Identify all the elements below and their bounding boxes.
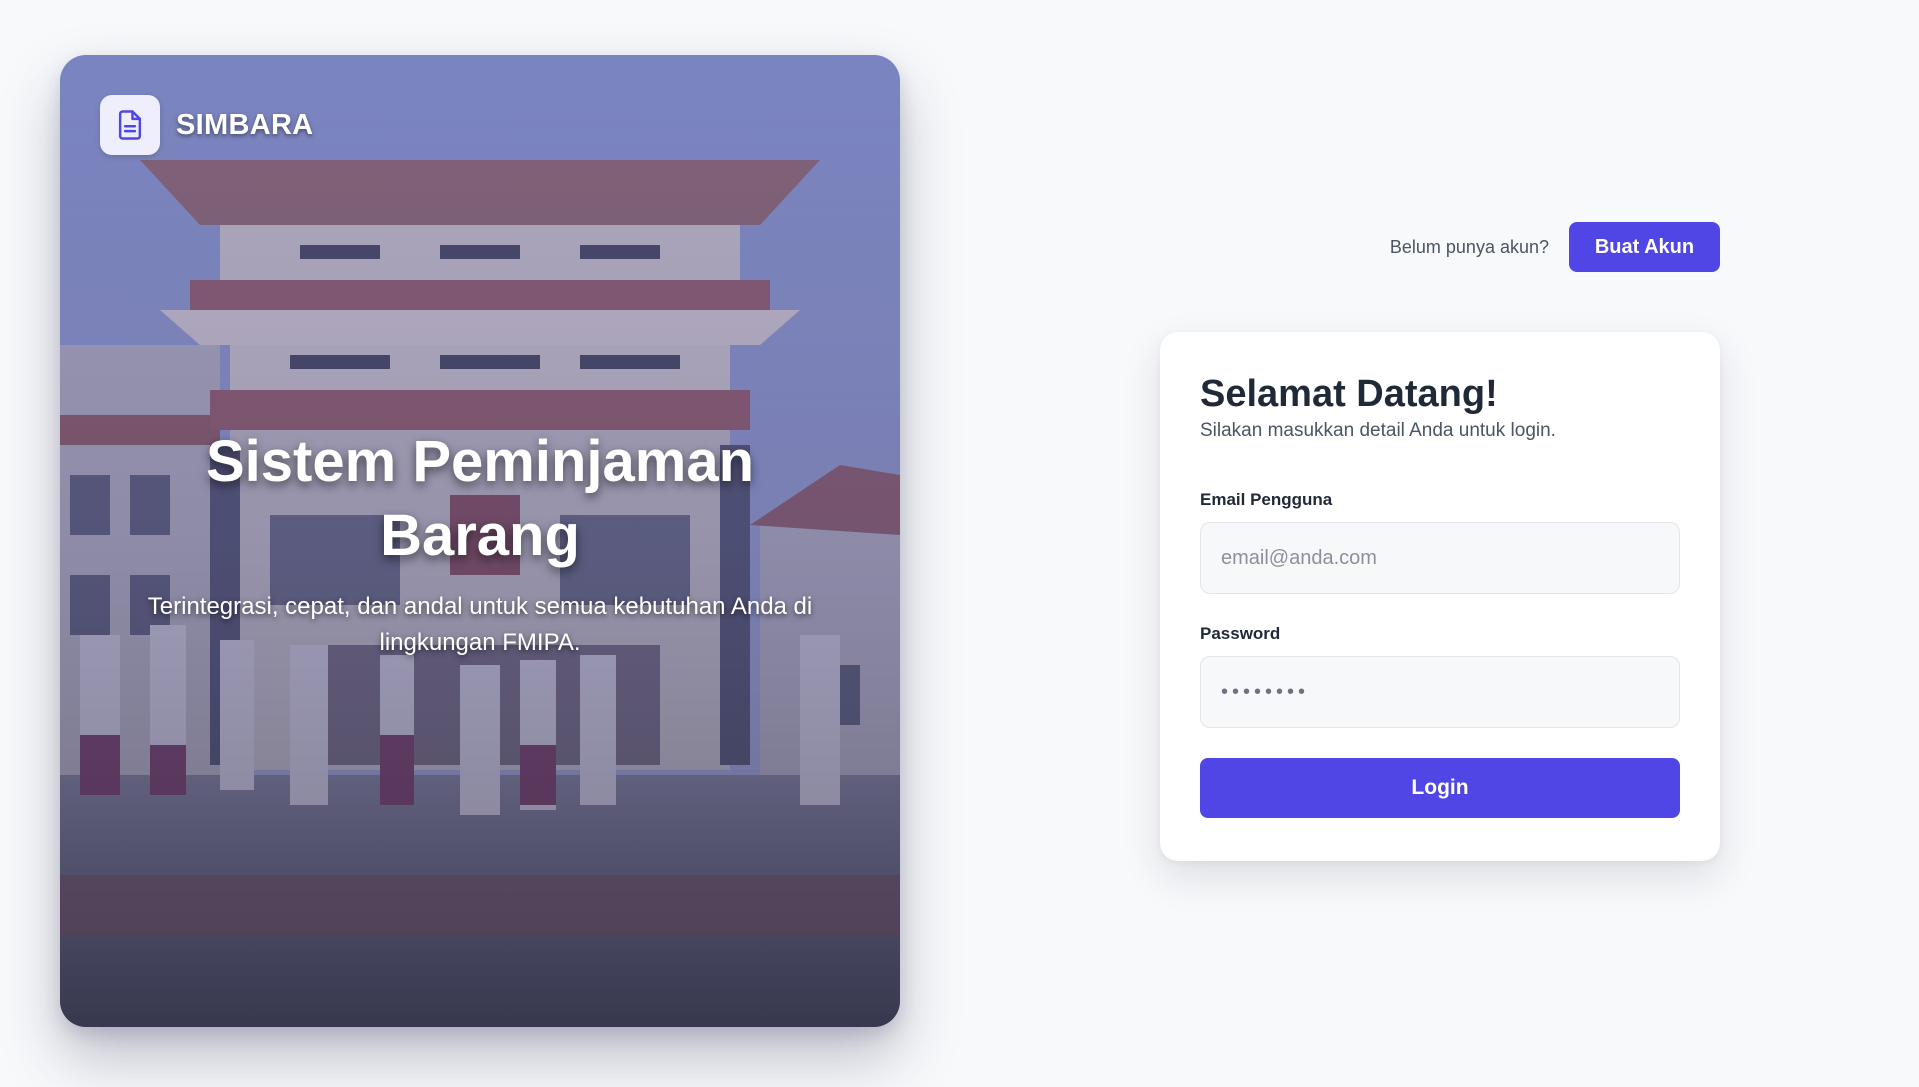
signup-prompt: Belum punya akun? <box>1389 236 1549 257</box>
hero-subtitle: Terintegrasi, cepat, dan andal untuk sem… <box>147 593 813 656</box>
card-title: Selamat Datang! <box>1200 373 1498 415</box>
email-label: Email Pengguna <box>1200 490 1333 509</box>
password-field[interactable] <box>1200 656 1680 728</box>
document-icon <box>100 95 160 155</box>
login-page: SIMBARA Sistem Peminjaman Barang Terinte… <box>0 0 1919 1087</box>
password-label: Password <box>1200 624 1281 643</box>
card-subtitle: Silakan masukkan detail Anda untuk login… <box>1200 420 1556 441</box>
login-card: Selamat Datang! Silakan masukkan detail … <box>1160 332 1720 861</box>
hero-text: Sistem Peminjaman Barang Terintegrasi, c… <box>90 425 870 661</box>
hero-card: SIMBARA Sistem Peminjaman Barang Terinte… <box>60 55 900 1027</box>
email-field[interactable] <box>1200 522 1680 594</box>
hero-title: Sistem Peminjaman Barang <box>206 429 754 568</box>
brand-name: SIMBARA <box>176 108 314 141</box>
brand-logo: SIMBARA <box>100 95 313 155</box>
login-button[interactable]: Login <box>1200 758 1680 818</box>
create-account-button[interactable]: Buat Akun <box>1569 222 1720 272</box>
signup-row: Belum punya akun? Buat Akun <box>1390 222 1720 272</box>
